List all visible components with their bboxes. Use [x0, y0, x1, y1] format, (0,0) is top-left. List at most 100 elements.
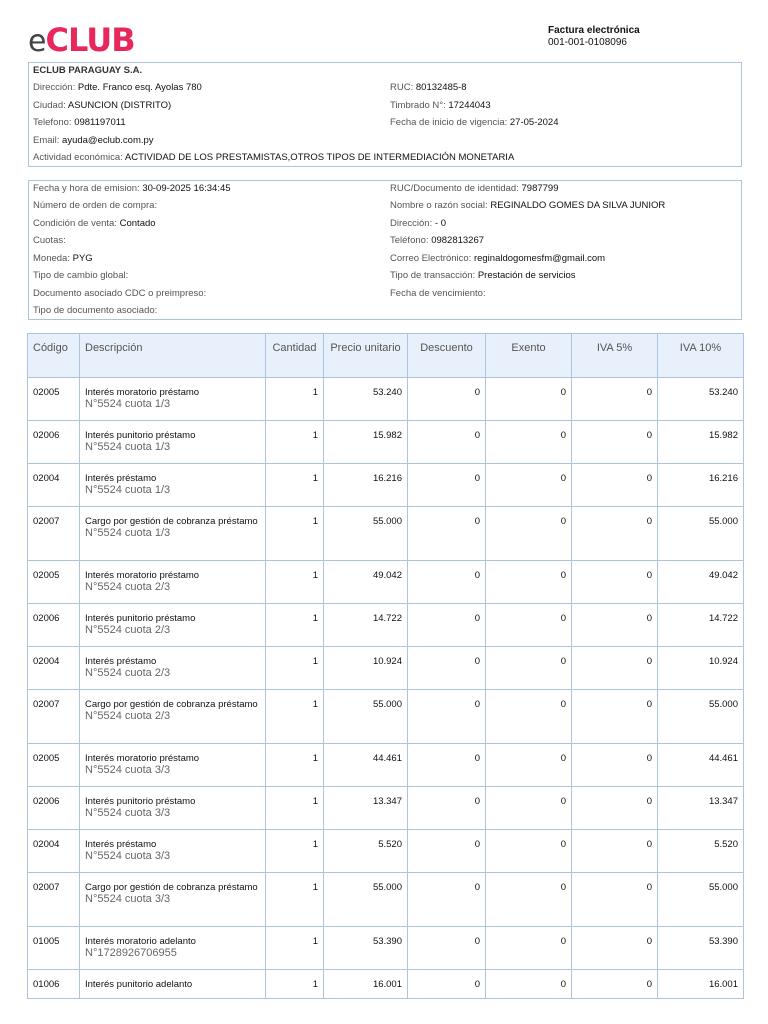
cell-code: 02007 [27, 506, 80, 561]
cell-quantity: 1 [265, 463, 324, 507]
cell-discount: 0 [407, 420, 486, 464]
cell-description: Interés punitorio préstamo N°5524 cuota 1… [79, 420, 266, 464]
cell-exempt: 0 [485, 420, 572, 464]
cell-iva5: 0 [571, 743, 658, 787]
cell-code: 02004 [27, 829, 80, 873]
cell-unit-price: 15.982 [323, 420, 408, 464]
items-table: Código Descripción Cantidad Precio unita… [27, 333, 744, 999]
cell-exempt: 0 [485, 646, 572, 690]
customer-id: RUC/Documento de identidad: 7987799 [390, 183, 559, 194]
cell-discount: 0 [407, 743, 486, 787]
table-row: 01006 Interés punitorio adelanto 1 16.00… [27, 969, 744, 999]
cell-iva5: 0 [571, 646, 658, 690]
cell-description: Interés préstamo N°5524 cuota 1/3 [79, 463, 266, 507]
cell-code: 02005 [27, 560, 80, 604]
cell-iva5: 0 [571, 786, 658, 830]
cell-iva5: 0 [571, 377, 658, 421]
cell-quantity: 1 [265, 743, 324, 787]
customer-name: Nombre o razón social: REGINALDO GOMES D… [390, 200, 666, 211]
cell-unit-price: 55.000 [323, 872, 408, 927]
cell-code: 02004 [27, 463, 80, 507]
cell-code: 02006 [27, 420, 80, 464]
cell-description: Interés moratorio préstamo N°5524 cuota 3… [79, 743, 266, 787]
cell-unit-price: 16.001 [323, 969, 408, 999]
table-row: 01005 Interés moratorio adelanto N°172892… [27, 926, 744, 970]
cell-discount: 0 [407, 786, 486, 830]
issuer-name: ECLUB PARAGUAY S.A. [33, 65, 143, 76]
cell-quantity: 1 [265, 689, 324, 744]
cell-unit-price: 55.000 [323, 506, 408, 561]
customer-phone: Teléfono: 0982813267 [390, 235, 485, 246]
cell-iva10: 53.390 [657, 926, 744, 970]
cell-iva10: 55.000 [657, 506, 744, 561]
cell-exempt: 0 [485, 829, 572, 873]
col-header-unit-price: Precio unitario [323, 333, 408, 378]
cell-discount: 0 [407, 926, 486, 970]
cell-description: Interés préstamo N°5524 cuota 2/3 [79, 646, 266, 690]
table-row: 02006 Interés punitorio préstamo N°5524 c… [27, 786, 744, 830]
cell-description: Interés punitorio adelanto [79, 969, 266, 999]
cell-iva10: 15.982 [657, 420, 744, 464]
customer-email: Correo Electrónico: reginaldogomesfm@gma… [390, 253, 606, 264]
cell-exempt: 0 [485, 926, 572, 970]
table-header-row: Código Descripción Cantidad Precio unita… [27, 333, 744, 378]
sale-condition: Condición de venta: Contado [33, 218, 156, 229]
cell-unit-price: 14.722 [323, 603, 408, 647]
exchange-rate: Tipo de cambio global: [33, 270, 129, 281]
cell-exempt: 0 [485, 463, 572, 507]
col-header-quantity: Cantidad [265, 333, 324, 378]
cell-iva5: 0 [571, 926, 658, 970]
cell-iva10: 49.042 [657, 560, 744, 604]
cell-description: Cargo por gestión de cobranza préstamo N°… [79, 689, 266, 744]
cell-discount: 0 [407, 872, 486, 927]
cell-description: Interés punitorio préstamo N°5524 cuota 2… [79, 603, 266, 647]
cell-code: 02004 [27, 646, 80, 690]
installments: Cuotas: [33, 235, 66, 246]
cell-quantity: 1 [265, 603, 324, 647]
cell-code: 02007 [27, 872, 80, 927]
issuer-address: Dirección: Pdte. Franco esq. Ayolas 780 [33, 82, 202, 93]
cell-description: Interés punitorio préstamo N°5524 cuota 3… [79, 786, 266, 830]
cell-iva10: 16.001 [657, 969, 744, 999]
logo-prefix: e [28, 24, 46, 59]
associated-document-type: Tipo de documento asociado: [33, 305, 158, 316]
cell-quantity: 1 [265, 872, 324, 927]
cell-unit-price: 5.520 [323, 829, 408, 873]
cell-iva10: 44.461 [657, 743, 744, 787]
cell-iva10: 53.240 [657, 377, 744, 421]
invoice-header: eCLUB Factura electrónica 001-001-010809… [28, 22, 740, 59]
col-header-description: Descripción [79, 333, 266, 378]
issuer-activity: Actividad económica: ACTIVIDAD DE LOS PR… [33, 152, 515, 163]
cell-unit-price: 10.924 [323, 646, 408, 690]
invoice-number: 001-001-0108096 [548, 37, 627, 48]
cell-iva10: 16.216 [657, 463, 744, 507]
cell-description: Interés moratorio adelanto N°172892670695… [79, 926, 266, 970]
cell-exempt: 0 [485, 743, 572, 787]
table-row: 02005 Interés moratorio préstamo N°5524 c… [27, 560, 744, 604]
cell-discount: 0 [407, 646, 486, 690]
cell-iva5: 0 [571, 603, 658, 647]
issuer-box: ECLUB PARAGUAY S.A. Dirección: Pdte. Fra… [28, 62, 742, 167]
cell-discount: 0 [407, 463, 486, 507]
cell-code: 02005 [27, 377, 80, 421]
col-header-exempt: Exento [485, 333, 572, 378]
cell-description: Interés moratorio préstamo N°5524 cuota 2… [79, 560, 266, 604]
cell-iva10: 10.924 [657, 646, 744, 690]
cell-iva5: 0 [571, 560, 658, 604]
customer-box: Fecha y hora de emision: 30-09-2025 16:3… [28, 180, 742, 320]
cell-exempt: 0 [485, 689, 572, 744]
cell-unit-price: 53.240 [323, 377, 408, 421]
col-header-discount: Descuento [407, 333, 486, 378]
cell-quantity: 1 [265, 829, 324, 873]
cell-iva5: 0 [571, 420, 658, 464]
issuer-city: Ciudad: ASUNCION (DISTRITO) [33, 100, 172, 111]
table-row: 02007 Cargo por gestión de cobranza prés… [27, 872, 744, 927]
customer-address: Dirección: - 0 [390, 218, 446, 229]
transaction-type: Tipo de transacción: Prestación de servi… [390, 270, 576, 281]
cell-exempt: 0 [485, 969, 572, 999]
table-row: 02004 Interés préstamo N°5524 cuota 3/3 1… [27, 829, 744, 873]
cell-discount: 0 [407, 969, 486, 999]
cell-exempt: 0 [485, 377, 572, 421]
cell-unit-price: 49.042 [323, 560, 408, 604]
cell-iva5: 0 [571, 689, 658, 744]
